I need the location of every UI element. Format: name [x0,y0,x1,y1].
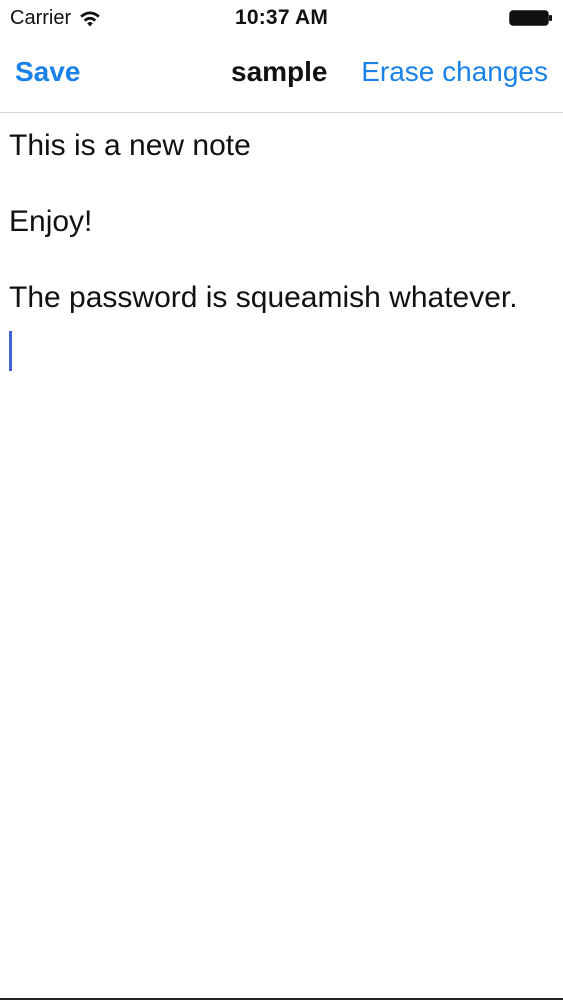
navigation-bar: Save sample Erase changes [0,38,563,113]
note-title: sample [231,56,328,87]
status-bar: Carrier 10:37 AM [0,0,563,38]
note-text-editor[interactable]: This is a new note Enjoy! The password i… [0,113,563,998]
note-line: This is a new note [9,129,251,162]
text-cursor [9,331,12,371]
note-line [9,241,554,279]
save-button[interactable]: Save [15,56,80,88]
battery-icon [509,10,552,26]
note-editor-screen: Carrier 10:37 AM Save sample Erase chang… [0,0,563,1000]
status-time: 10:37 AM [234,6,329,29]
note-line: Enjoy! [9,205,93,238]
note-line [9,165,554,203]
note-line: The password is squeamish whatever. [9,281,518,314]
erase-changes-button[interactable]: Erase changes [361,56,548,88]
note-line [9,317,554,355]
